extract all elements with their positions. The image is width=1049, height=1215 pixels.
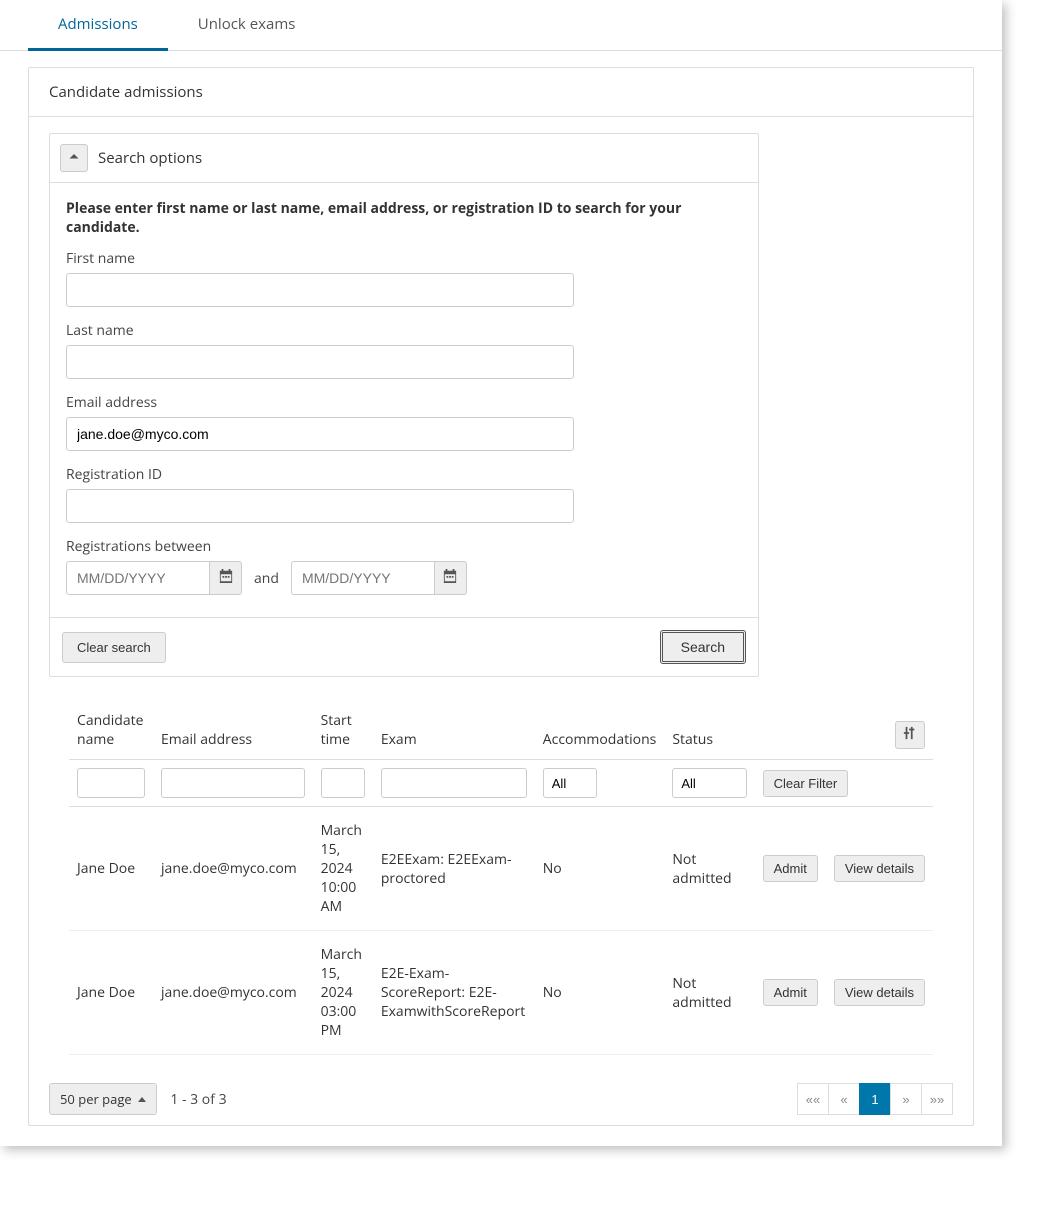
cell-accommodations: No [535,807,665,931]
pager: «« « 1 » »» [798,1083,953,1115]
filter-email[interactable] [161,768,305,798]
table-settings-button[interactable] [895,721,925,749]
panel-title: Candidate admissions [29,68,973,117]
tabs: Admissions Unlock exams [0,0,1002,51]
cell-status: Not admitted [664,807,754,931]
results-table: Candidate name Email address Start time … [69,705,933,1055]
search-button[interactable]: Search [660,630,746,664]
per-page-dropdown[interactable]: 50 per page [49,1083,157,1115]
cell-email: jane.doe@myco.com [153,807,313,931]
registration-id-label: Registration ID [66,465,742,484]
view-details-button[interactable]: View details [834,979,925,1006]
table-row: Jane Doejane.doe@myco.comMarch 15, 2024 … [69,807,933,931]
search-options: Search options Please enter first name o… [49,133,759,677]
date-to-picker[interactable] [435,561,467,595]
pager-prev[interactable]: « [828,1083,860,1115]
admit-button[interactable]: Admit [763,979,818,1006]
result-count: 1 - 3 of 3 [170,1090,226,1109]
last-name-input[interactable] [66,345,574,379]
email-label: Email address [66,393,742,412]
admit-button[interactable]: Admit [763,855,818,882]
and-label: and [254,569,279,588]
cell-name: Jane Doe [69,807,153,931]
th-start-time[interactable]: Start time [313,705,373,760]
table-row: Jane Doejane.doe@myco.comMarch 15, 2024 … [69,931,933,1055]
tab-admissions[interactable]: Admissions [28,0,168,51]
date-from-input[interactable] [66,561,210,595]
filter-accommodations[interactable] [543,768,597,798]
filter-exam[interactable] [381,768,527,798]
clear-filter-button[interactable]: Clear Filter [763,770,849,797]
sliders-icon [903,726,917,745]
th-candidate-name[interactable]: Candidate name [69,705,153,760]
cell-start-time: March 15, 2024 03:00 PM [313,931,373,1055]
clear-search-button[interactable]: Clear search [62,632,166,663]
th-email[interactable]: Email address [153,705,313,760]
cell-start-time: March 15, 2024 10:00 AM [313,807,373,931]
date-to-input[interactable] [291,561,435,595]
cell-exam: E2EExam: E2EExam-proctored [373,807,535,931]
candidate-admissions-panel: Candidate admissions Search options Plea… [28,67,974,1126]
pager-last[interactable]: »» [921,1083,953,1115]
tab-unlock-exams[interactable]: Unlock exams [168,0,326,50]
collapse-toggle[interactable] [60,144,88,172]
date-from-picker[interactable] [210,561,242,595]
th-exam[interactable]: Exam [373,705,535,760]
cell-status: Not admitted [664,931,754,1055]
last-name-label: Last name [66,321,742,340]
th-accommodations[interactable]: Accommodations [535,705,665,760]
filter-start-time[interactable] [321,768,365,798]
th-status[interactable]: Status [664,705,754,760]
view-details-button[interactable]: View details [834,855,925,882]
filter-candidate-name[interactable] [77,768,145,798]
chevron-up-icon [68,148,80,168]
cell-email: jane.doe@myco.com [153,931,313,1055]
pager-page-1[interactable]: 1 [859,1083,891,1115]
calendar-icon [443,569,457,588]
first-name-label: First name [66,249,742,268]
email-input[interactable] [66,417,574,451]
registrations-between-label: Registrations between [66,537,742,556]
registration-id-input[interactable] [66,489,574,523]
filter-row: Clear Filter [69,760,933,807]
pager-first[interactable]: «« [797,1083,829,1115]
search-instruction: Please enter first name or last name, em… [66,199,742,237]
cell-exam: E2E-Exam-ScoreReport: E2E-ExamwithScoreR… [373,931,535,1055]
filter-status[interactable] [672,768,746,798]
cell-name: Jane Doe [69,931,153,1055]
pager-next[interactable]: » [890,1083,922,1115]
search-options-title: Search options [98,148,202,168]
first-name-input[interactable] [66,273,574,307]
cell-accommodations: No [535,931,665,1055]
calendar-icon [219,569,233,588]
